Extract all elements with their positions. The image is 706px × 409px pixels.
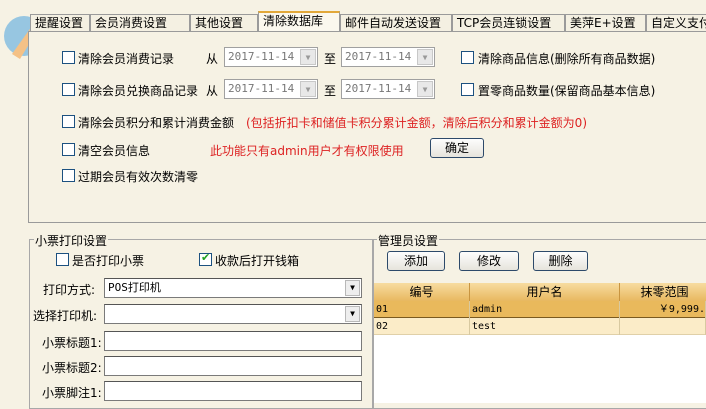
admin-title: 管理员设置 [377,232,440,249]
print-method-label: 打印方式: [43,283,96,297]
clear-goods-checkbox[interactable] [461,51,474,64]
clear-exchange-checkbox[interactable] [62,83,75,96]
tab-6[interactable]: 美萍E+设置 [565,14,646,32]
tab-5[interactable]: TCP会员连锁设置 [452,14,565,32]
ticket-footer1-label: 小票脚注1: [42,386,102,400]
table-cell: test [470,318,620,335]
clear-consume-label: 清除会员消费记录 [78,52,175,66]
zero-goods-label: 置零商品数量(保留商品基本信息) [478,84,656,98]
ticket-title2-label: 小票标题2: [42,361,102,375]
to-label: 至 [324,52,337,66]
ticket-print-title: 小票打印设置 [34,232,109,249]
chevron-down-icon[interactable]: ▼ [417,49,433,65]
chevron-down-icon[interactable]: ▼ [345,280,360,296]
ticket-title2-input[interactable] [104,356,362,376]
table-cell: ￥9,999. [620,301,706,318]
points-note: (包括折扣卡和储值卡积分累计金额，清除后积分和累计金额为0) [246,116,588,130]
to-label: 至 [324,84,337,98]
column-header-id[interactable]: 编号 [374,283,470,301]
printer-select[interactable]: ▼ [104,304,362,324]
open-drawer-checkbox[interactable] [199,251,212,266]
ticket-title1-input[interactable] [104,331,362,351]
consume-to-date[interactable]: 2017-11-14 ▼ [341,47,435,67]
table-cell: 01 [374,301,470,318]
confirm-button[interactable]: 确定 [430,138,484,158]
tab-2[interactable]: 其他设置 [190,14,258,32]
admin-note: 此功能只有admin用户才有权限使用 [210,144,404,158]
chevron-down-icon[interactable]: ▼ [300,81,316,97]
expired-clear-label: 过期会员有效次数清零 [78,170,199,184]
ticket-footer1-input[interactable] [104,381,362,401]
print-method-select[interactable]: POS打印机 ▼ [104,278,362,298]
add-button[interactable]: 添加 [387,251,445,271]
tab-1[interactable]: 会员消费设置 [90,14,190,32]
zero-goods-checkbox[interactable] [461,83,474,96]
clear-goods-label: 清除商品信息(删除所有商品数据) [478,52,656,66]
empty-members-label: 清空会员信息 [78,144,151,158]
tab-7[interactable]: 自定义支付 [646,14,706,32]
column-header-username[interactable]: 用户名 [470,283,620,301]
clear-points-checkbox[interactable] [62,115,75,128]
tab-4[interactable]: 邮件自动发送设置 [340,14,452,32]
clear-exchange-label: 清除会员兑换商品记录 [78,84,199,98]
consume-from-date[interactable]: 2017-11-14 ▼ [224,47,318,67]
print-ticket-checkbox[interactable] [56,253,69,266]
printer-label: 选择打印机: [33,309,98,323]
open-drawer-label: 收款后打开钱箱 [215,254,300,268]
from-label: 从 [206,84,219,98]
chevron-down-icon[interactable]: ▼ [417,81,433,97]
table-cell [620,318,706,335]
chevron-down-icon[interactable]: ▼ [300,49,316,65]
empty-members-checkbox[interactable] [62,143,75,156]
tab-0[interactable]: 提醒设置 [30,14,90,32]
chevron-down-icon[interactable]: ▼ [345,306,360,322]
clear-points-label: 清除会员积分和累计消费金额 [78,116,235,130]
table-cell: 02 [374,318,470,335]
column-header-rounding[interactable]: 抹零范围 [620,283,706,301]
expired-clear-checkbox[interactable] [62,169,75,182]
tab-3[interactable]: 清除数据库 [258,11,340,32]
ticket-title1-label: 小票标题1: [42,336,102,350]
table-cell: admin [470,301,620,318]
edit-button[interactable]: 修改 [459,251,519,271]
from-label: 从 [206,52,219,66]
clear-consume-checkbox[interactable] [62,51,75,64]
delete-button[interactable]: 删除 [533,251,588,271]
exchange-from-date[interactable]: 2017-11-14 ▼ [224,79,318,99]
print-ticket-label: 是否打印小票 [72,254,145,268]
exchange-to-date[interactable]: 2017-11-14 ▼ [341,79,435,99]
